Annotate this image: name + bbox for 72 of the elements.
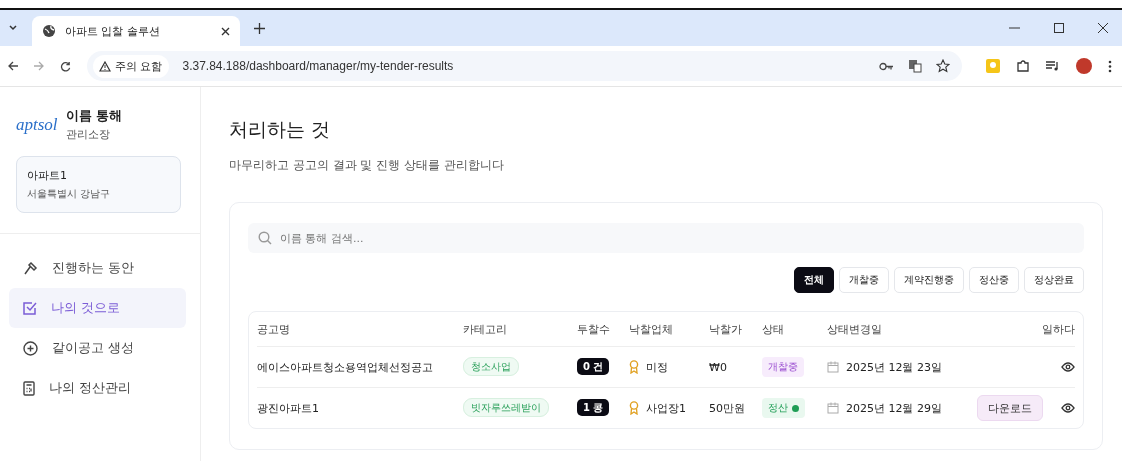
back-icon[interactable] <box>8 61 18 71</box>
award-icon <box>629 401 639 415</box>
column-header: 상태변경일 <box>827 321 883 337</box>
globe-icon <box>42 24 56 38</box>
key-icon[interactable] <box>879 61 894 71</box>
column-header: 상태 <box>762 321 785 337</box>
status-tag: 개찰중 <box>762 357 804 377</box>
table-cell-text: 광진아파트1 <box>257 400 320 416</box>
bid-count-badge: 0 건 <box>577 358 610 375</box>
calculator-icon <box>23 380 35 396</box>
close-icon[interactable] <box>1098 23 1108 33</box>
sidebar-item[interactable]: 진행하는 동안 <box>9 248 186 288</box>
column-header: 투찰수 <box>577 321 611 337</box>
tab-list-icon[interactable] <box>8 23 18 33</box>
more-icon[interactable] <box>1108 59 1112 73</box>
table-cell-text: ₩0 <box>709 360 728 374</box>
avatar-icon[interactable] <box>1076 58 1092 74</box>
add-circle-icon <box>23 340 38 356</box>
filter-button[interactable]: 전체 <box>794 267 834 293</box>
apartment-address: 서울특별시 강남구 <box>27 187 112 201</box>
filter-button[interactable]: 계약진행중 <box>894 267 964 293</box>
url-text: 3.37.84.188/dashboard/manager/my-tender-results <box>182 59 454 73</box>
browser-tab[interactable]: 아파트 입찰 솔루션 <box>32 16 240 46</box>
sidebar-item[interactable]: 같이공고 생성 <box>9 328 186 368</box>
user-role: 관리소장 <box>65 127 111 142</box>
new-tab-icon[interactable] <box>254 22 265 34</box>
star-icon[interactable] <box>936 59 950 73</box>
tab-title: 아파트 입찰 솔루션 <box>65 23 161 39</box>
calendar-icon <box>827 361 839 373</box>
page-subtitle: 마무리하고 공고의 결과 및 진행 상태를 관리합니다 <box>229 157 505 174</box>
category-tag: 빗자루쓰레받이 <box>463 398 549 417</box>
award-icon <box>629 360 639 374</box>
table-cell: 2025년 12월 29일 <box>846 400 942 416</box>
puzzle-icon[interactable] <box>1016 59 1030 73</box>
close-icon[interactable] <box>221 26 230 36</box>
eye-icon[interactable] <box>1061 403 1075 413</box>
table-cell: 미정 <box>646 359 668 375</box>
user-name: 이름 통해 <box>65 107 123 125</box>
warning-icon <box>99 60 111 72</box>
table-cell-text: 50만원 <box>709 400 746 416</box>
security-warning[interactable]: 주의 요함 <box>93 54 169 78</box>
reload-icon[interactable] <box>60 60 71 72</box>
page-title: 처리하는 것 <box>229 117 332 142</box>
filter-button[interactable]: 정산중 <box>969 267 1019 293</box>
search-icon <box>258 231 272 245</box>
bid-count-badge: 1 콩 <box>577 399 610 416</box>
media-icon[interactable] <box>1046 60 1060 72</box>
hammer-icon <box>23 260 38 276</box>
maximize-icon[interactable] <box>1054 23 1064 33</box>
category-tag: 청소사업 <box>463 357 519 376</box>
eye-icon[interactable] <box>1061 362 1075 372</box>
checkbox-icon <box>23 301 37 315</box>
table-cell: 사업장1 <box>646 400 686 416</box>
sidebar-item[interactable]: 나의 정산관리 <box>9 368 186 408</box>
table-cell: 2025년 12월 23일 <box>846 359 942 375</box>
apartment-name: 아파트1 <box>27 168 68 183</box>
column-header: 낙찰가 <box>709 321 743 337</box>
calendar-icon <box>827 402 839 414</box>
search-field[interactable]: 이름 통해 검색... <box>248 223 1084 253</box>
column-header: 낙찰업체 <box>629 321 674 337</box>
filter-button[interactable]: 개찰중 <box>839 267 889 293</box>
sidebar-item[interactable]: 나의 것으로 <box>9 288 186 328</box>
column-header: 카테고리 <box>463 321 508 337</box>
address-bar[interactable]: 주의 요함 3.37.84.188/dashboard/manager/my-tender-results <box>87 51 962 81</box>
download-button[interactable]: 다운로드 <box>977 395 1043 421</box>
logo: aptsol <box>16 114 58 135</box>
column-header: 공고명 <box>257 321 291 337</box>
table-cell-text: 에이스아파트청소용역업체선정공고 <box>257 359 434 375</box>
filter-button[interactable]: 정상완료 <box>1024 267 1084 293</box>
column-header: 일하다 <box>1041 321 1075 337</box>
status-tag: 정산 <box>762 398 805 418</box>
translate-icon[interactable] <box>908 59 922 73</box>
